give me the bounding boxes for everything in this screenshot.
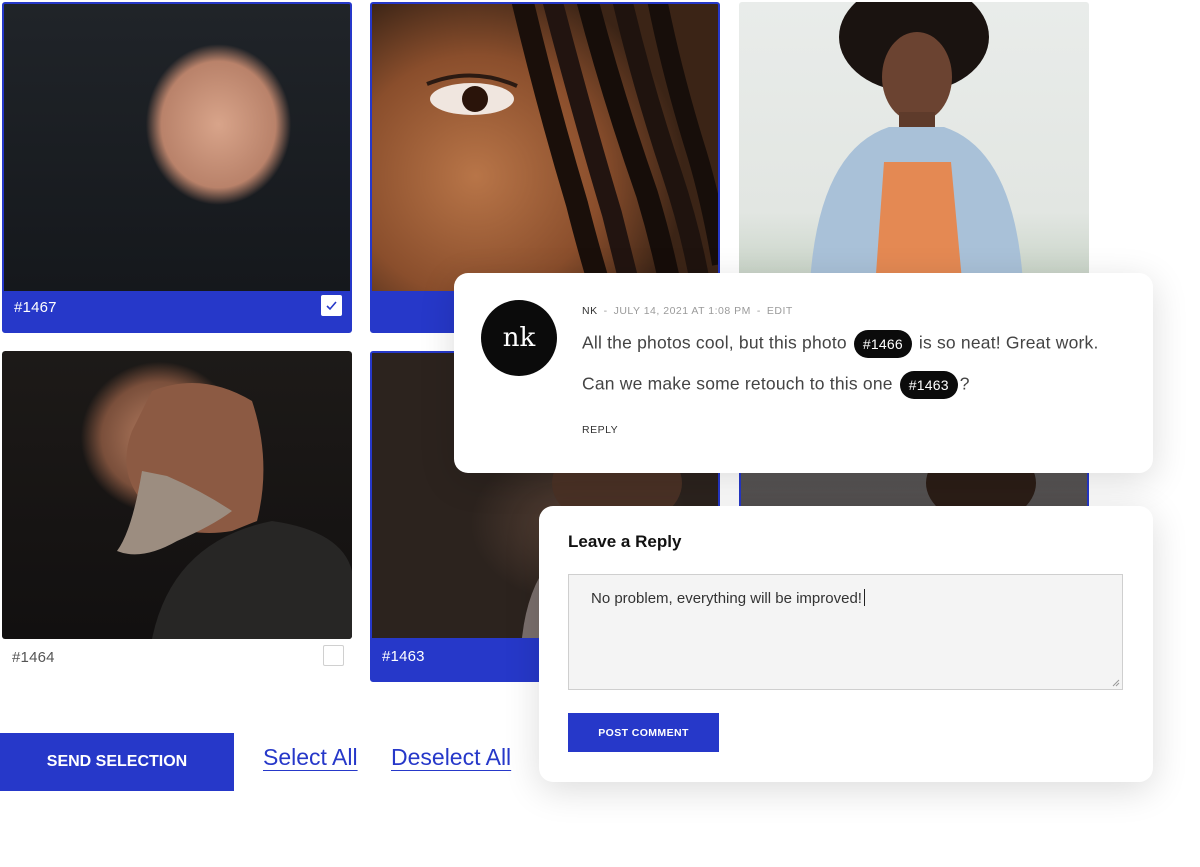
photo-image[interactable] [739, 2, 1089, 302]
comment-author[interactable]: NK [582, 305, 598, 317]
send-selection-button[interactable]: SEND SELECTION [0, 733, 234, 791]
edit-link[interactable]: EDIT [767, 305, 793, 317]
woman-illustration [809, 2, 1024, 302]
photo-image[interactable] [372, 4, 718, 291]
comment-text: Can we make some retouch to this one [582, 373, 893, 394]
tile-footer: #1464 [2, 639, 352, 681]
photo-id-label: #1467 [14, 299, 57, 316]
checkbox-checked[interactable] [321, 295, 342, 316]
select-all-link[interactable]: Select All [263, 744, 358, 771]
reply-title: Leave a Reply [568, 532, 682, 551]
reply-text-value: No problem, everything will be improved! [591, 590, 862, 607]
comment-date[interactable]: JULY 14, 2021 AT 1:08 PM [614, 305, 751, 317]
bearded-man-illustration [117, 383, 352, 639]
photo-tag-1466[interactable]: #1466 [853, 330, 912, 358]
checkmark-icon [326, 301, 337, 311]
checkbox-unchecked[interactable] [323, 645, 344, 666]
photo-tile-1465[interactable] [739, 2, 1089, 302]
reply-form-card: Leave a Reply No problem, everything wil… [539, 506, 1153, 782]
photo-image[interactable] [2, 351, 352, 639]
resize-handle-icon[interactable] [1112, 679, 1120, 687]
text-caret [863, 589, 865, 606]
reply-textarea[interactable]: No problem, everything will be improved! [568, 574, 1123, 690]
comment-text: is so neat! Great work. [918, 332, 1099, 353]
post-comment-button[interactable]: POST COMMENT [568, 713, 719, 752]
comment-line-1: All the photos cool, but this photo #146… [582, 330, 1099, 358]
comment-meta: NK - JULY 14, 2021 AT 1:08 PM - EDIT [582, 305, 793, 317]
deselect-all-link[interactable]: Deselect All [391, 744, 511, 771]
comment-card: nk NK - JULY 14, 2021 AT 1:08 PM - EDIT All … [454, 273, 1153, 473]
avatar: nk [481, 300, 557, 376]
comment-line-2: Can we make some retouch to this one #14… [582, 371, 970, 399]
photo-tile-1464[interactable]: #1464 [2, 351, 352, 681]
photo-id-label: #1463 [382, 648, 425, 665]
comment-text: ? [959, 373, 970, 394]
dreadlocks-illustration [426, 4, 718, 291]
reply-link[interactable]: REPLY [582, 424, 618, 436]
photo-id-label: #1464 [12, 649, 55, 666]
tile-footer: #1467 [4, 289, 350, 331]
photo-tag-1463[interactable]: #1463 [899, 371, 958, 399]
photo-image[interactable] [4, 4, 350, 291]
photo-tile-1467[interactable]: #1467 [2, 2, 352, 333]
comment-text: All the photos cool, but this photo [582, 332, 847, 353]
